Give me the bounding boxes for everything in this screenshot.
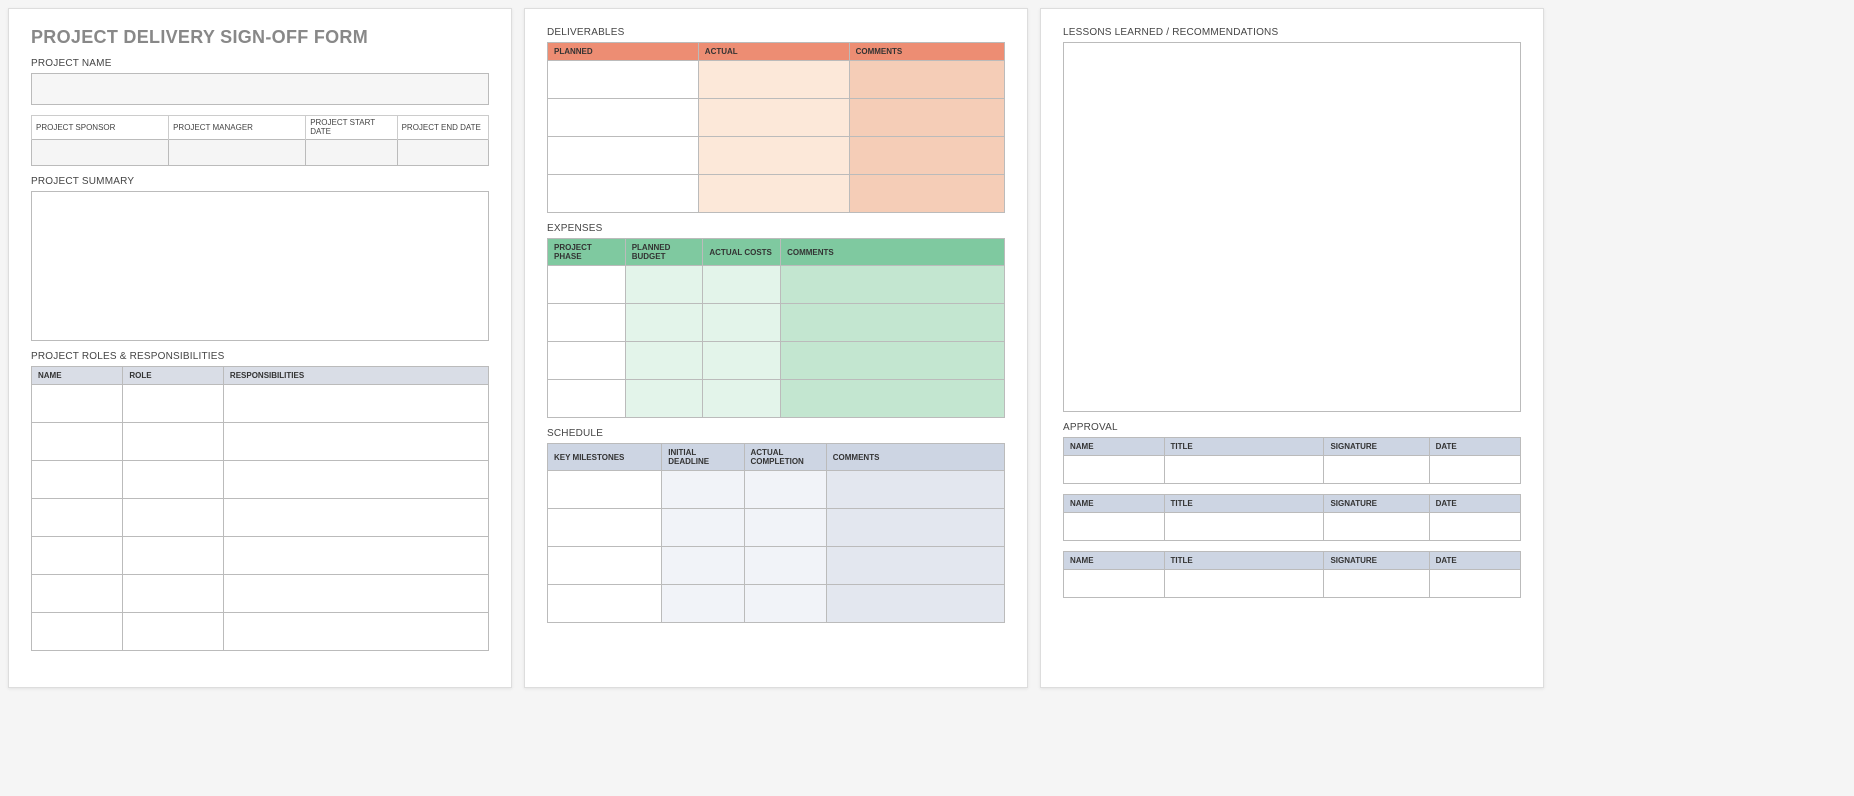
- approval-table: NAME TITLE SIGNATURE DATE: [1063, 494, 1521, 541]
- roles-col-name: NAME: [32, 367, 123, 385]
- approval-col-date: DATE: [1429, 552, 1520, 570]
- project-meta-table: PROJECT SPONSOR PROJECT MANAGER PROJECT …: [31, 115, 489, 166]
- end-date-field[interactable]: [397, 140, 488, 166]
- approval-label: APPROVAL: [1063, 422, 1521, 433]
- table-row[interactable]: [548, 509, 1005, 547]
- table-row[interactable]: [32, 575, 489, 613]
- deliverables-table: PLANNED ACTUAL COMMENTS: [547, 42, 1005, 213]
- exp-col-actual: ACTUAL COSTS: [703, 239, 781, 266]
- approval-col-signature: SIGNATURE: [1324, 438, 1429, 456]
- table-row[interactable]: [548, 175, 1005, 213]
- table-row[interactable]: [32, 537, 489, 575]
- roles-col-resp: RESPONSIBILITIES: [223, 367, 488, 385]
- approval-col-name: NAME: [1064, 552, 1165, 570]
- deliv-col-comments: COMMENTS: [849, 43, 1004, 61]
- roles-table: NAME ROLE RESPONSIBILITIES: [31, 366, 489, 651]
- lessons-field[interactable]: [1063, 42, 1521, 412]
- table-row[interactable]: [548, 585, 1005, 623]
- lessons-label: LESSONS LEARNED / RECOMMENDATIONS: [1063, 27, 1521, 38]
- approval-col-title: TITLE: [1164, 495, 1324, 513]
- approval-col-signature: SIGNATURE: [1324, 495, 1429, 513]
- exp-col-phase: PROJECT PHASE: [548, 239, 626, 266]
- approval-col-name: NAME: [1064, 438, 1165, 456]
- table-row[interactable]: [32, 499, 489, 537]
- approval-table: NAME TITLE SIGNATURE DATE: [1063, 551, 1521, 598]
- approval-col-signature: SIGNATURE: [1324, 552, 1429, 570]
- table-row[interactable]: [548, 304, 1005, 342]
- expenses-table: PROJECT PHASE PLANNED BUDGET ACTUAL COST…: [547, 238, 1005, 418]
- expenses-label: EXPENSES: [547, 223, 1005, 234]
- manager-field[interactable]: [169, 140, 306, 166]
- table-row[interactable]: [548, 266, 1005, 304]
- approval-col-title: TITLE: [1164, 438, 1324, 456]
- manager-label: PROJECT MANAGER: [169, 116, 306, 140]
- sponsor-label: PROJECT SPONSOR: [32, 116, 169, 140]
- page-1: PROJECT DELIVERY SIGN-OFF FORM PROJECT N…: [8, 8, 512, 688]
- end-date-label: PROJECT END DATE: [397, 116, 488, 140]
- approval-col-name: NAME: [1064, 495, 1165, 513]
- document-pages: PROJECT DELIVERY SIGN-OFF FORM PROJECT N…: [8, 8, 1846, 688]
- exp-col-comments: COMMENTS: [781, 239, 1005, 266]
- sponsor-field[interactable]: [32, 140, 169, 166]
- sched-col-milestones: KEY MILESTONES: [548, 444, 662, 471]
- approval-block-3: NAME TITLE SIGNATURE DATE: [1063, 551, 1521, 598]
- deliv-col-actual: ACTUAL: [698, 43, 849, 61]
- summary-label: PROJECT SUMMARY: [31, 176, 489, 187]
- form-title: PROJECT DELIVERY SIGN-OFF FORM: [31, 27, 489, 48]
- deliv-col-planned: PLANNED: [548, 43, 699, 61]
- approval-block-2: NAME TITLE SIGNATURE DATE: [1063, 494, 1521, 541]
- table-row[interactable]: [548, 547, 1005, 585]
- exp-col-budget: PLANNED BUDGET: [625, 239, 703, 266]
- table-row[interactable]: [548, 380, 1005, 418]
- table-row[interactable]: [1064, 456, 1521, 484]
- page-3: LESSONS LEARNED / RECOMMENDATIONS APPROV…: [1040, 8, 1544, 688]
- approval-col-date: DATE: [1429, 495, 1520, 513]
- sched-col-comments: COMMENTS: [826, 444, 1004, 471]
- table-row[interactable]: [548, 342, 1005, 380]
- table-row[interactable]: [32, 461, 489, 499]
- table-row[interactable]: [548, 99, 1005, 137]
- schedule-table: KEY MILESTONES INITIAL DEADLINE ACTUAL C…: [547, 443, 1005, 623]
- roles-label: PROJECT ROLES & RESPONSIBILITIES: [31, 351, 489, 362]
- start-date-field[interactable]: [306, 140, 397, 166]
- page-2: DELIVERABLES PLANNED ACTUAL COMMENTS EXP…: [524, 8, 1028, 688]
- approval-col-title: TITLE: [1164, 552, 1324, 570]
- deliverables-label: DELIVERABLES: [547, 27, 1005, 38]
- roles-col-role: ROLE: [123, 367, 224, 385]
- table-row[interactable]: [548, 471, 1005, 509]
- table-row[interactable]: [32, 385, 489, 423]
- approval-block-1: NAME TITLE SIGNATURE DATE: [1063, 437, 1521, 484]
- table-row[interactable]: [548, 137, 1005, 175]
- start-date-label: PROJECT START DATE: [306, 116, 397, 140]
- table-row[interactable]: [548, 61, 1005, 99]
- approval-col-date: DATE: [1429, 438, 1520, 456]
- table-row[interactable]: [32, 613, 489, 651]
- table-row[interactable]: [1064, 513, 1521, 541]
- project-name-field[interactable]: [31, 73, 489, 105]
- table-row[interactable]: [32, 423, 489, 461]
- sched-col-actual: ACTUAL COMPLETION: [744, 444, 826, 471]
- sched-col-initial: INITIAL DEADLINE: [662, 444, 744, 471]
- summary-field[interactable]: [31, 191, 489, 341]
- approval-table: NAME TITLE SIGNATURE DATE: [1063, 437, 1521, 484]
- table-row[interactable]: [1064, 570, 1521, 598]
- project-name-label: PROJECT NAME: [31, 58, 489, 69]
- schedule-label: SCHEDULE: [547, 428, 1005, 439]
